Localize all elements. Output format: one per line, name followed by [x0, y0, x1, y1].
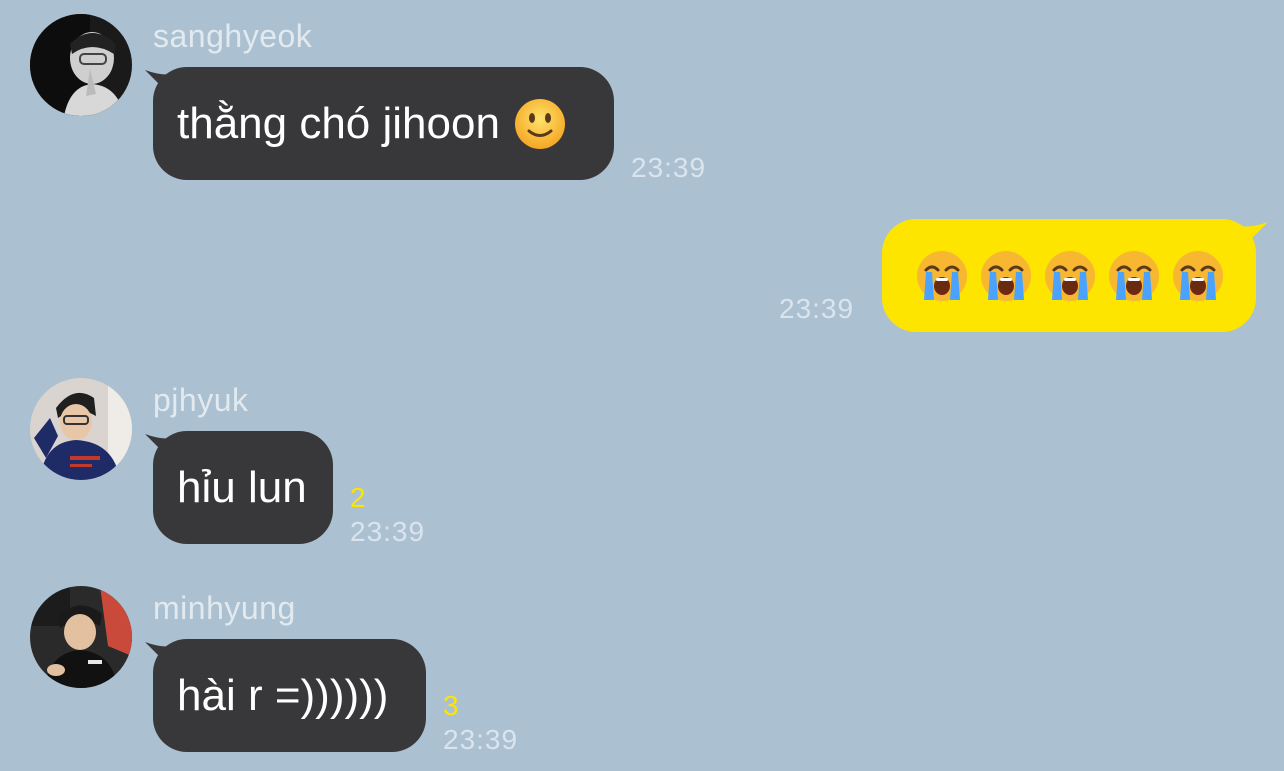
- message-time: 23:39: [631, 152, 707, 183]
- message-time: 23:39: [443, 724, 519, 755]
- slightly-smiling-face-icon: [514, 98, 565, 149]
- message-bubble[interactable]: hài r =)))))): [153, 639, 426, 752]
- message-bubble[interactable]: hỉu lun: [153, 431, 333, 544]
- avatar-minhyung[interactable]: [30, 586, 132, 688]
- loudly-crying-face-icon: [1045, 250, 1095, 301]
- message-text: hỉu lun: [177, 462, 307, 512]
- loudly-crying-face-icon: [1173, 250, 1223, 301]
- message-text: thằng chó jihoon: [177, 98, 500, 148]
- message-bubble-outgoing[interactable]: [882, 219, 1256, 332]
- loudly-crying-face-icon: [1109, 250, 1159, 301]
- loudly-crying-face-icon: [981, 250, 1031, 301]
- emoji-row: [916, 250, 1224, 302]
- avatar-image: [30, 14, 132, 116]
- sender-name: pjhyuk: [153, 382, 249, 418]
- message-time: 23:39: [350, 516, 426, 547]
- unread-count: 2: [350, 482, 366, 513]
- chat-log: sanghyeok thằng chó jihoon 23:39 23:39 p…: [0, 0, 1284, 771]
- message-time: 23:39: [779, 293, 855, 324]
- message-text: hài r =)))))): [177, 670, 389, 720]
- avatar-sanghyeok[interactable]: [30, 14, 132, 116]
- avatar-image: [30, 586, 132, 688]
- sender-name: sanghyeok: [153, 18, 313, 54]
- avatar-pjhyuk[interactable]: [30, 378, 132, 480]
- avatar-image: [30, 378, 132, 480]
- message-bubble[interactable]: thằng chó jihoon: [153, 67, 614, 180]
- unread-count: 3: [443, 690, 459, 721]
- sender-name: minhyung: [153, 590, 296, 626]
- loudly-crying-face-icon: [917, 250, 967, 301]
